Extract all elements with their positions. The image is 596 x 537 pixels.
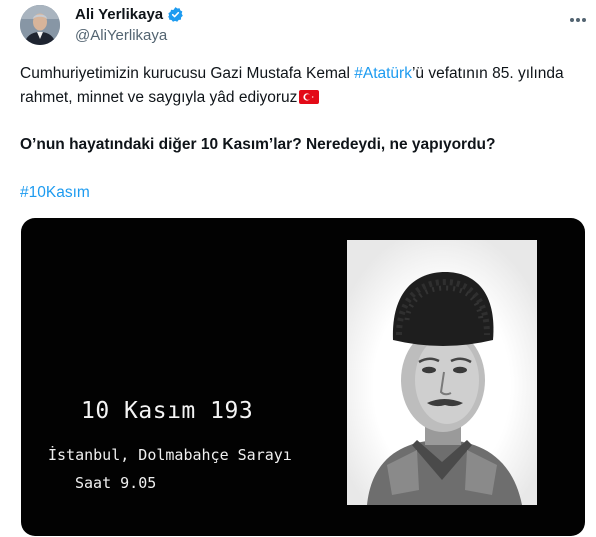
portrait-photo bbox=[347, 240, 537, 505]
author-handle[interactable]: @AliYerlikaya bbox=[75, 27, 167, 44]
media-caption-date: 10 Kasım 193 bbox=[81, 398, 254, 424]
tweet: Ali Yerlikaya @AliYerlikaya Cumhuriyetim… bbox=[0, 0, 596, 537]
hashtag-ataturk-link[interactable]: #Atatürk bbox=[354, 65, 412, 82]
more-dots-icon bbox=[570, 18, 586, 22]
tweet-hashtag-paragraph: #10Kasım bbox=[20, 181, 580, 205]
verified-badge-icon[interactable] bbox=[167, 6, 184, 23]
tweet-text-paragraph-1: Cumhuriyetimizin kurucusu Gazi Mustafa K… bbox=[20, 62, 580, 110]
author-display-name[interactable]: Ali Yerlikaya bbox=[75, 6, 163, 23]
author-name-row: Ali Yerlikaya bbox=[75, 6, 184, 23]
turkey-flag-icon bbox=[299, 88, 320, 104]
tweet-text-1a: Cumhuriyetimizin kurucusu Gazi Mustafa K… bbox=[20, 65, 355, 82]
more-options-button[interactable] bbox=[566, 10, 590, 30]
tweet-media-image[interactable]: 10 Kasım 193 İstanbul, Dolmabahçe Sarayı… bbox=[21, 218, 585, 536]
avatar[interactable] bbox=[20, 5, 60, 45]
portrait-illustration bbox=[347, 240, 537, 505]
hashtag-10kasim-link[interactable]: #10Kasım bbox=[20, 184, 90, 201]
media-caption-time: Saat 9.05 bbox=[75, 474, 157, 492]
media-caption-place: İstanbul, Dolmabahçe Sarayı bbox=[48, 446, 292, 464]
tweet-text-paragraph-2: O’nun hayatındaki diğer 10 Kasım’lar? Ne… bbox=[20, 136, 496, 153]
